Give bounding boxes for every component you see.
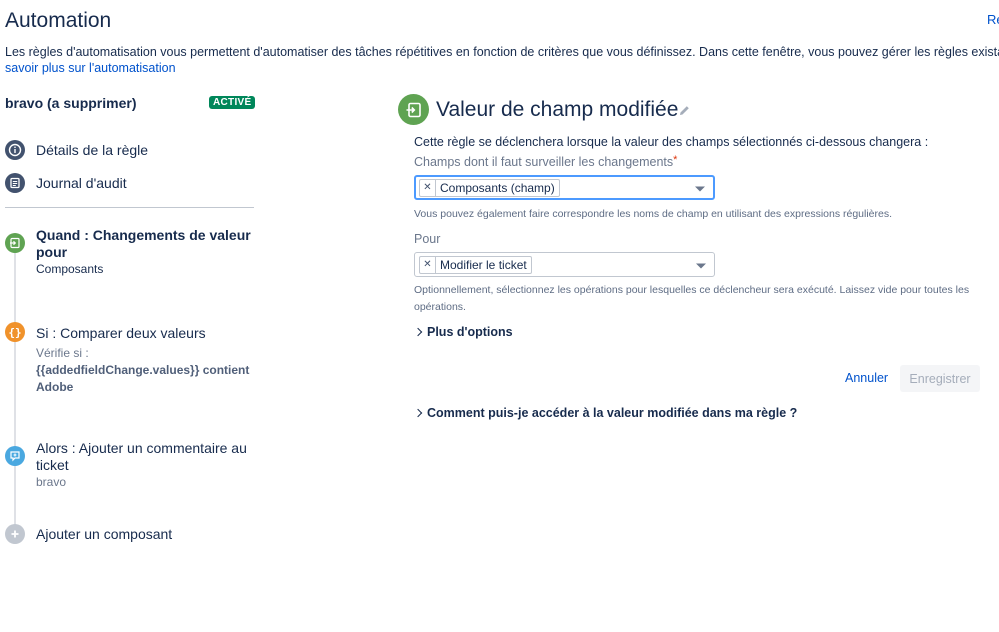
remove-chip-icon[interactable]: ✕ [420,256,436,273]
sidebar-divider [5,207,254,208]
nav-label: Journal d'audit [36,175,127,191]
cancel-button[interactable]: Annuler [845,371,888,385]
nav-audit-log[interactable]: Journal d'audit [5,172,127,194]
fields-label: Champs dont il faut surveiller les chang… [414,154,678,169]
rule-timeline-rail [14,242,16,534]
panel-title: Valeur de champ modifiée [436,98,679,121]
add-icon [5,524,25,544]
fields-label-text: Champs dont il faut surveiller les chang… [414,155,674,169]
top-right-link[interactable]: Re [987,12,999,27]
rule-name: bravo (a supprimer) [5,95,137,111]
chevron-right-icon [413,408,423,418]
chevron-down-icon[interactable] [695,186,705,191]
save-button[interactable]: Enregistrer [900,365,980,392]
step-title: Ajouter un composant [36,526,173,542]
condition-icon: {} [5,322,25,342]
trigger-description: Cette règle se déclenchera lorsque la va… [414,135,929,149]
faq-toggle[interactable]: Comment puis-je accéder à la valeur modi… [413,406,798,420]
learn-more-link[interactable]: savoir plus sur l'automatisation [5,61,176,75]
nav-rule-details[interactable]: Détails de la règle [5,139,148,161]
add-component-button[interactable]: Ajouter un composant [36,526,172,543]
chevron-right-icon [413,327,423,337]
status-badge: ACTIVÉ [209,96,256,109]
fields-select[interactable]: ✕ Composants (champ) [414,175,715,200]
chevron-down-icon[interactable] [696,263,706,268]
step-title: Quand : Changements de valeur pour [36,227,251,260]
operations-select[interactable]: ✕ Modifier le ticket [414,252,715,277]
more-options-toggle[interactable]: Plus d'options [413,325,513,339]
field-change-icon [5,233,25,253]
step-detail-label: Vérifie si : [36,346,89,360]
fields-help-text: Vous pouvez également faire correspondre… [414,208,893,220]
chip-label: Modifier le ticket [440,257,527,272]
selected-field-chip: ✕ Composants (champ) [419,178,560,197]
step-condition[interactable]: Si : Comparer deux valeurs Vérifie si : … [36,325,256,396]
page-title: Automation [5,9,112,32]
step-title: Alors : Ajouter un commentaire au ticket [36,440,247,473]
required-mark: * [673,154,678,166]
step-action[interactable]: Alors : Ajouter un commentaire au ticket… [36,440,251,491]
chip-label: Composants (champ) [440,180,555,195]
more-options-label: Plus d'options [427,325,513,339]
audit-log-icon [5,173,25,193]
remove-chip-icon[interactable]: ✕ [420,179,436,196]
pencil-icon[interactable] [678,104,691,122]
info-icon [5,140,25,160]
for-label: Pour [414,232,441,246]
step-subtitle: Composants [36,262,104,276]
intro-text: Les règles d'automatisation vous permett… [5,45,999,59]
step-trigger[interactable]: Quand : Changements de valeur pour Compo… [36,227,251,277]
operations-help-text: Optionnellement, sélectionnez les opérat… [414,284,970,313]
field-change-trigger-icon [398,94,429,125]
step-detail-code: {{addedfieldChange.values}} contient Ado… [36,363,250,394]
selected-operation-chip: ✕ Modifier le ticket [419,255,532,274]
faq-label: Comment puis-je accéder à la valeur modi… [427,406,798,420]
comment-icon [5,446,25,466]
nav-label: Détails de la règle [36,142,149,158]
step-subtitle: bravo [36,475,67,489]
step-title: Si : Comparer deux valeurs [36,325,206,341]
